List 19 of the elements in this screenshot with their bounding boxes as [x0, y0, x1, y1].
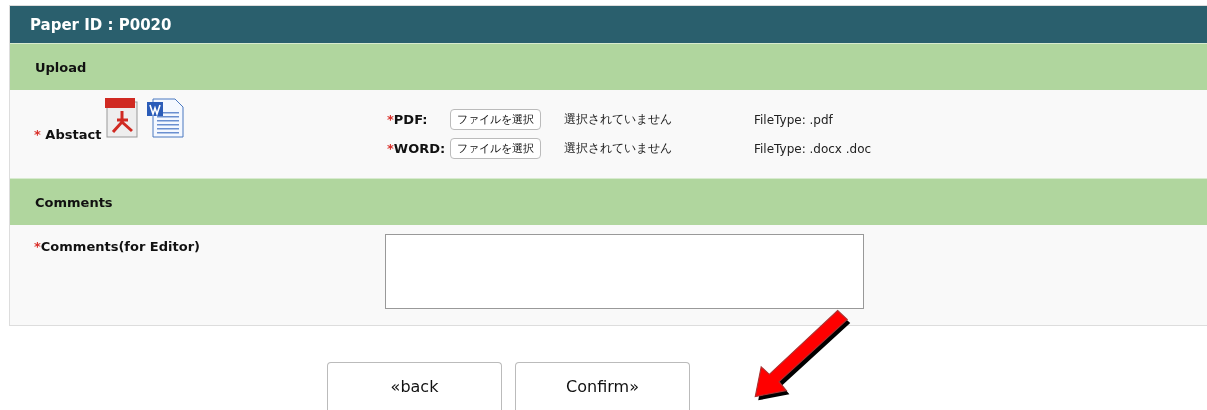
field-label: *Comments(for Editor)	[34, 239, 200, 254]
comments-field[interactable]	[385, 234, 864, 309]
choose-file-button[interactable]: ファイルを選択	[450, 138, 541, 159]
file-status: 選択されていません	[564, 111, 672, 128]
field-label: * Abstact	[34, 126, 102, 142]
pdf-file-icon	[105, 98, 140, 138]
section-heading: Comments	[10, 178, 1207, 225]
section-heading: Upload	[10, 43, 1207, 90]
panel-title: Paper ID : P0020	[10, 6, 1207, 43]
back-button[interactable]: «back	[327, 362, 502, 410]
arrow-icon	[752, 309, 852, 401]
file-type-hint: FileType: .pdf	[754, 112, 833, 127]
confirm-button[interactable]: Confirm»	[515, 362, 690, 410]
word-document-icon	[145, 98, 186, 138]
choose-file-button[interactable]: ファイルを選択	[450, 109, 541, 130]
file-status: 選択されていません	[564, 140, 672, 157]
file-type-hint: FileType: .docx .doc	[754, 141, 872, 156]
field-label: *PDF:	[387, 112, 428, 127]
field-label: *WORD:	[387, 141, 446, 156]
